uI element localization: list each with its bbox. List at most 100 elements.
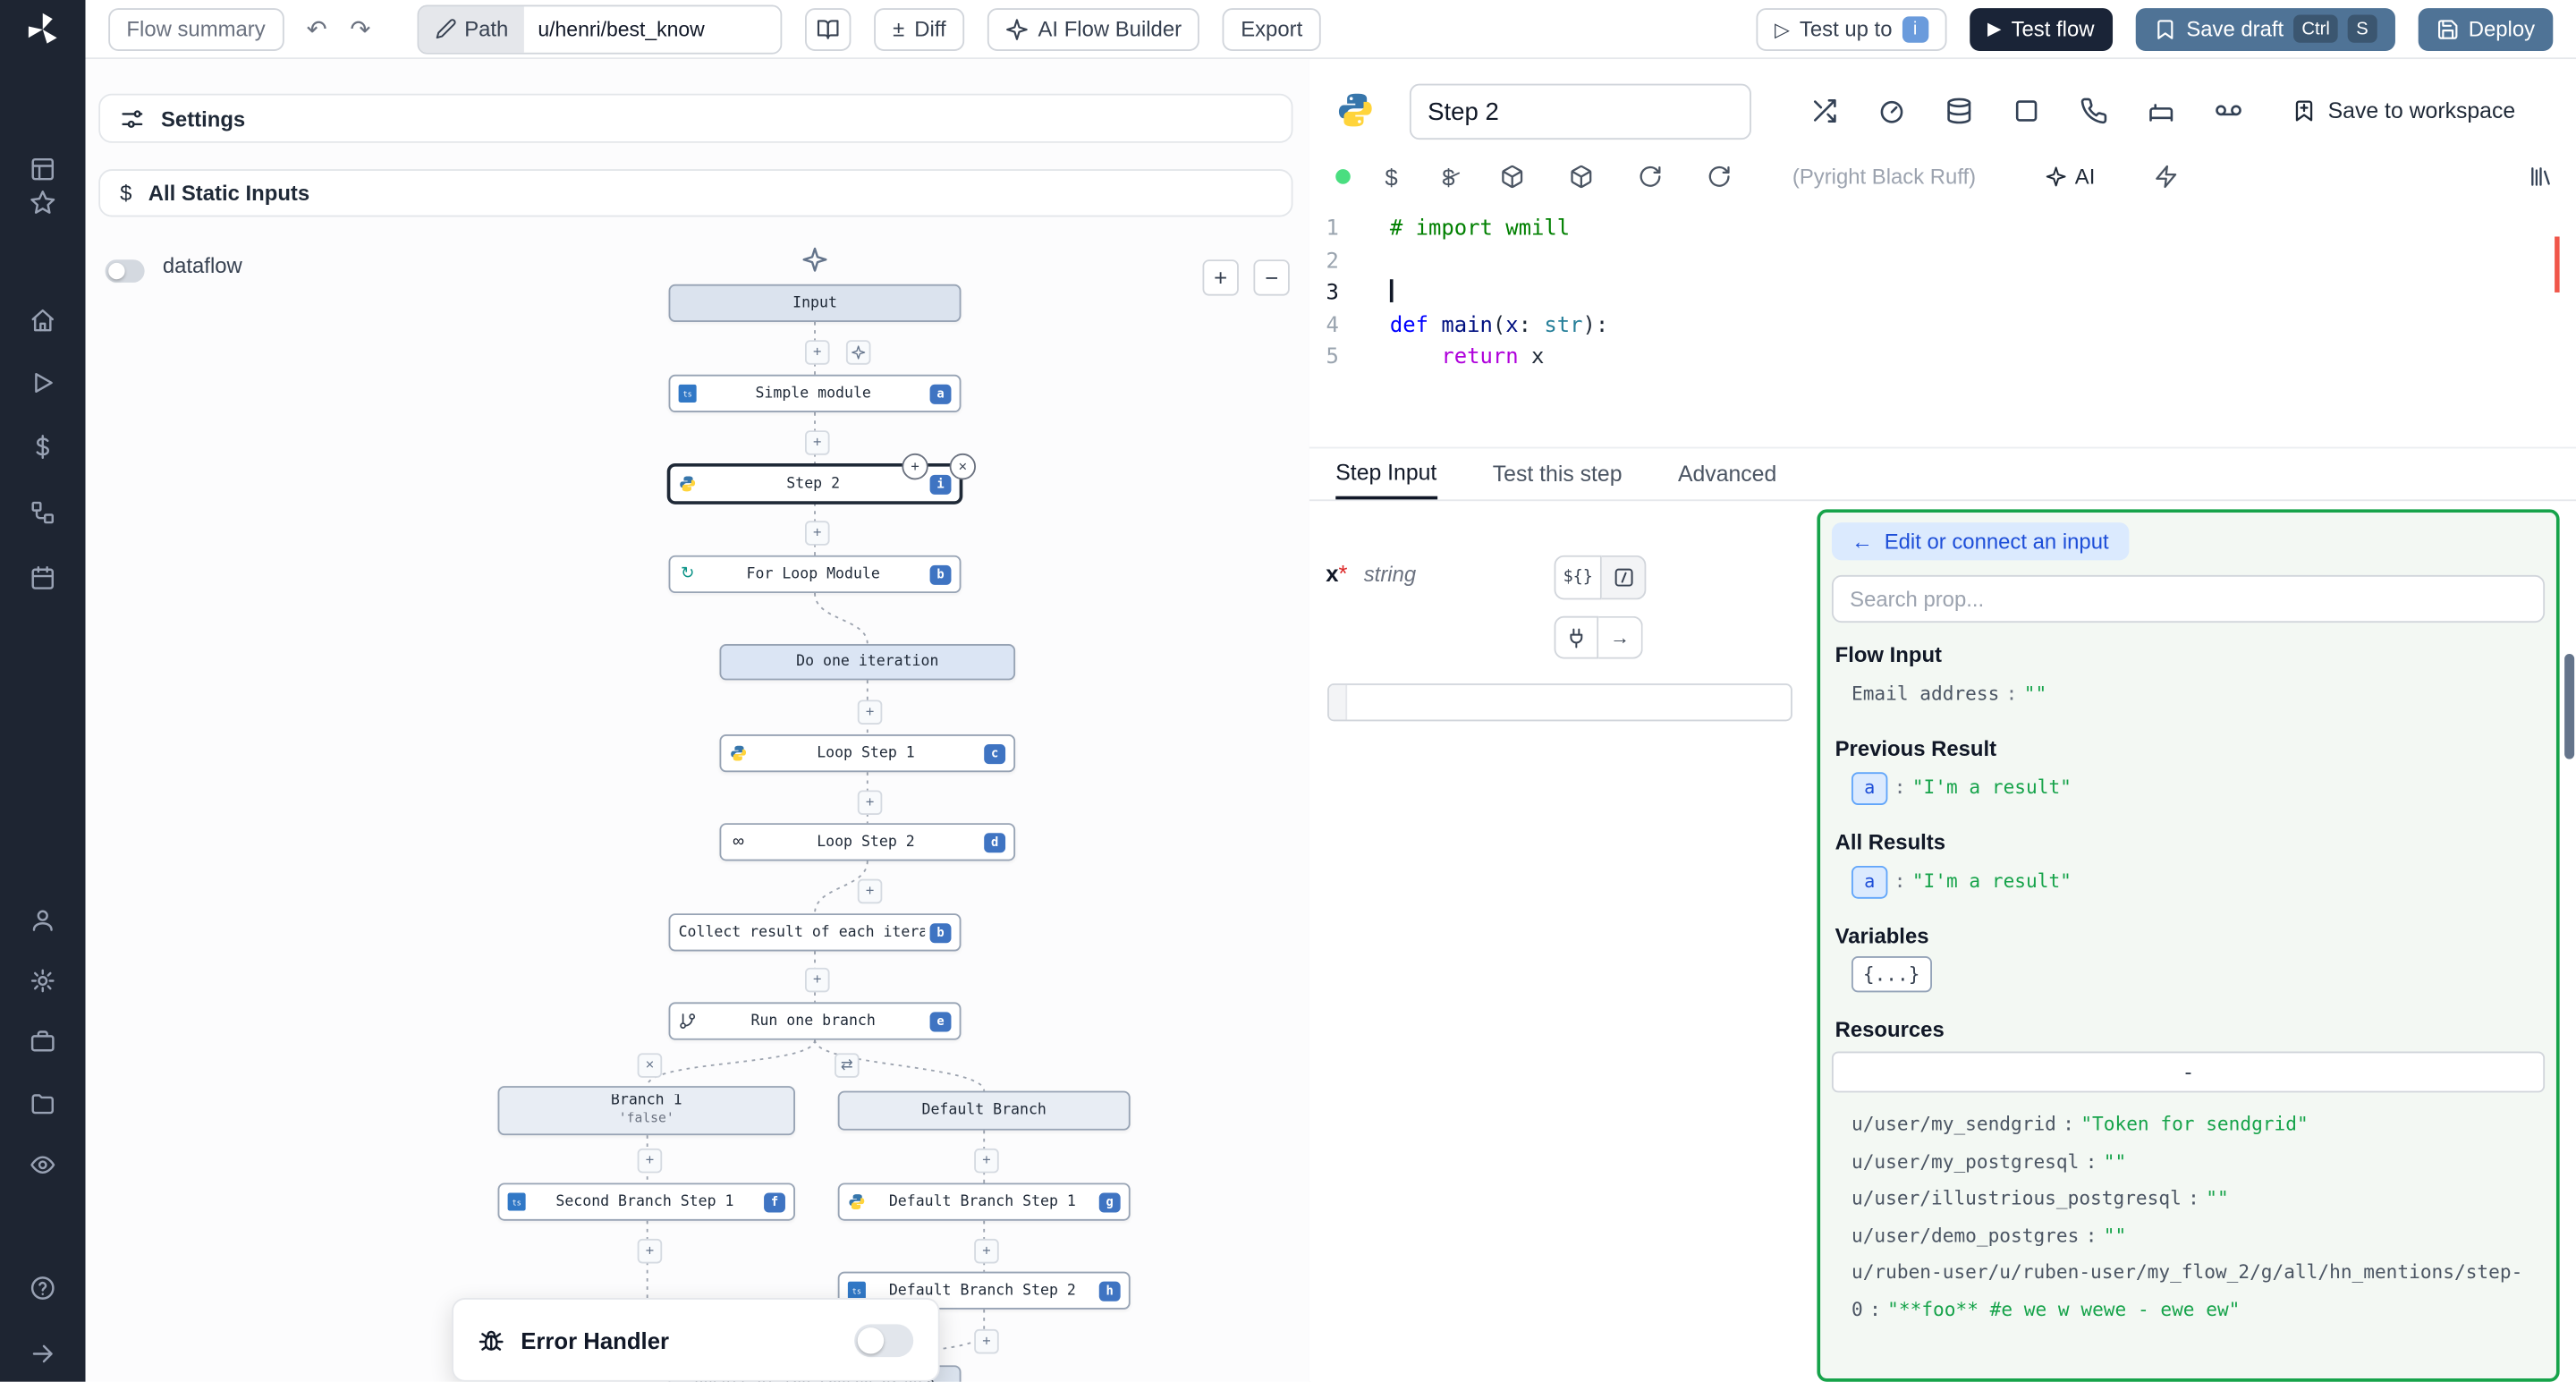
flow-node-run-one-branch[interactable]: Run one branch e xyxy=(669,1002,962,1039)
add-step-button[interactable]: + xyxy=(902,454,928,479)
scrollbar-thumb[interactable] xyxy=(2564,654,2574,759)
remove-branch-icon[interactable]: × xyxy=(638,1053,663,1078)
test-flow-button[interactable]: ▶ Test flow xyxy=(1970,7,2113,50)
resource-row[interactable]: u/user/my_postgresql:"" xyxy=(1832,1142,2545,1179)
js-mode-button[interactable] xyxy=(1602,555,1647,600)
test-up-to-button[interactable]: ▷ Test up to i xyxy=(1757,7,1946,50)
dollar-icon[interactable]: $ xyxy=(1385,165,1397,198)
flow-node-default-branch-step-1[interactable]: Default Branch Step 1 g xyxy=(838,1183,1131,1220)
path-input[interactable] xyxy=(525,5,782,51)
flow-summary-button[interactable]: Flow summary xyxy=(108,7,284,50)
deploy-button[interactable]: Deploy xyxy=(2418,7,2553,50)
insert-step-connector[interactable]: + xyxy=(805,430,830,455)
expand-sidebar-icon[interactable] xyxy=(30,1341,55,1367)
flow-node-second-branch-step-1[interactable]: ts Second Branch Step 1 f xyxy=(498,1183,795,1220)
insert-step-connector[interactable]: + xyxy=(858,879,883,904)
variables-object-badge[interactable]: {...} xyxy=(1852,956,1931,992)
library-panel-icon[interactable] xyxy=(2529,165,2554,198)
resource-row[interactable]: u/user/my_sendgrid:"Token for sendgrid" xyxy=(1832,1106,2545,1142)
audit-eye-icon[interactable] xyxy=(30,1152,55,1178)
edit-connect-input-button[interactable]: ← Edit or connect an input xyxy=(1832,522,2129,560)
tab-step-input[interactable]: Step Input xyxy=(1335,448,1436,499)
ai-button[interactable]: AI xyxy=(2046,165,2096,190)
code-line[interactable]: 3 xyxy=(1309,278,2576,310)
step-name-input[interactable] xyxy=(1410,84,1751,140)
tab-test-this-step[interactable]: Test this step xyxy=(1493,448,1623,499)
flow-node-do-one-iteration[interactable]: Do one iteration xyxy=(719,644,1015,680)
redo-icon[interactable]: ↷ xyxy=(350,14,370,44)
resource-row[interactable]: u/user/illustrious_postgresql:"" xyxy=(1832,1180,2545,1217)
step-id-badge[interactable]: a xyxy=(1852,771,1887,804)
flow-node-branch-1[interactable]: Branch 1 'false' xyxy=(498,1086,795,1135)
step-id-badge[interactable]: a xyxy=(1852,865,1887,898)
flow-node-simple-module[interactable]: ts Simple module a xyxy=(669,375,962,412)
diff-button[interactable]: ± Diff xyxy=(875,7,964,50)
arg-value-input[interactable] xyxy=(1327,683,1792,721)
insert-step-connector[interactable]: + xyxy=(974,1149,999,1174)
workers-briefcase-icon[interactable] xyxy=(30,1029,55,1055)
flow-node-collect-result[interactable]: Collect result of each iteration b xyxy=(669,913,962,951)
code-assistants-label[interactable]: (Pyright Black Ruff) xyxy=(1792,165,1976,190)
package-icon[interactable] xyxy=(1568,165,1593,198)
add-branch-shuffle-icon[interactable]: ⇄ xyxy=(835,1053,860,1078)
schedules-calendar-icon[interactable] xyxy=(30,565,55,591)
save-draft-button[interactable]: Save draft Ctrl S xyxy=(2135,7,2394,50)
error-handler-toggle[interactable] xyxy=(854,1323,913,1356)
grid-icon[interactable] xyxy=(30,156,55,182)
remove-step-button[interactable]: × xyxy=(950,454,976,479)
code-line[interactable]: 4def main(x: str): xyxy=(1309,310,2576,343)
database-icon[interactable] xyxy=(1945,97,1973,124)
insert-step-connector[interactable]: + xyxy=(805,968,830,993)
shuffle-icon[interactable] xyxy=(1810,97,1838,124)
resource-row[interactable]: u/ruben-user/u/ruben-user/my_flow_2/g/al… xyxy=(1832,1253,2545,1327)
runs-play-icon[interactable] xyxy=(30,369,55,395)
insert-step-connector[interactable]: + xyxy=(858,699,883,725)
error-handler-card[interactable]: Error Handler xyxy=(452,1298,940,1382)
variables-dollar-icon[interactable] xyxy=(30,434,55,460)
phone-icon[interactable] xyxy=(2080,97,2107,124)
path-button[interactable]: Path xyxy=(419,5,525,51)
folders-icon[interactable] xyxy=(30,1091,55,1117)
search-prop-input[interactable] xyxy=(1832,575,2545,623)
arrow-right-icon[interactable]: → xyxy=(1598,616,1643,659)
docs-book-button[interactable] xyxy=(806,7,852,50)
help-icon[interactable] xyxy=(30,1275,55,1301)
plug-icon[interactable] xyxy=(1555,616,1599,659)
resources-filter-select[interactable]: - xyxy=(1832,1052,2545,1093)
resources-flow-icon[interactable] xyxy=(30,499,55,525)
ai-flow-builder-button[interactable]: AI Flow Builder xyxy=(987,7,1200,50)
export-button[interactable]: Export xyxy=(1223,7,1320,50)
lightning-icon[interactable] xyxy=(2154,165,2179,198)
package-icon[interactable] xyxy=(1499,165,1524,198)
home-icon[interactable] xyxy=(30,307,55,333)
code-line[interactable]: 1# import wmill xyxy=(1309,214,2576,246)
prop-row[interactable]: a:"I'm a result" xyxy=(1832,769,2545,805)
input-handle[interactable] xyxy=(1329,685,1347,720)
windmill-logo-icon[interactable] xyxy=(23,10,63,49)
insert-step-connector[interactable]: + xyxy=(805,521,830,546)
insert-step-connector[interactable]: + xyxy=(974,1329,999,1354)
refresh-icon[interactable] xyxy=(1637,165,1662,198)
save-to-workspace-button[interactable]: Save to workspace xyxy=(2292,98,2515,123)
settings-gear-icon[interactable] xyxy=(30,968,55,994)
code-line[interactable]: 2 xyxy=(1309,246,2576,278)
undo-icon[interactable]: ↶ xyxy=(307,14,327,44)
ai-wand-icon[interactable] xyxy=(801,247,827,273)
star-icon[interactable] xyxy=(30,189,55,215)
flow-node-loop-step-2[interactable]: ∞ Loop Step 2 d xyxy=(719,823,1015,861)
insert-step-connector[interactable]: + xyxy=(974,1239,999,1264)
template-mode-button[interactable]: ${} xyxy=(1555,555,1602,600)
voicemail-icon[interactable] xyxy=(2215,97,2242,124)
ai-insert-sparkle-icon[interactable] xyxy=(846,340,871,365)
bed-icon[interactable] xyxy=(2148,97,2175,124)
refresh-icon[interactable] xyxy=(1707,165,1732,198)
gauge-icon[interactable] xyxy=(1877,97,1905,124)
insert-step-connector[interactable]: + xyxy=(858,790,883,815)
insert-step-connector[interactable]: + xyxy=(638,1149,663,1174)
code-line[interactable]: 5 return x xyxy=(1309,343,2576,375)
dollar-slash-icon[interactable]: $ xyxy=(1442,165,1454,198)
prop-row[interactable]: Email address:"" xyxy=(1832,675,2545,711)
tab-advanced[interactable]: Advanced xyxy=(1678,448,1776,499)
flow-node-default-branch[interactable]: Default Branch xyxy=(838,1091,1131,1131)
prop-row[interactable]: a:"I'm a result" xyxy=(1832,862,2545,898)
